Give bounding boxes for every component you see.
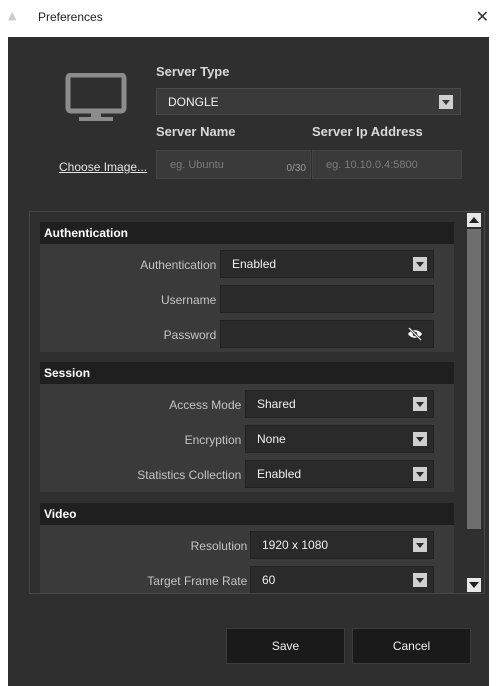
target-frame-rate-value: 60 bbox=[262, 573, 276, 587]
authentication-select[interactable]: Enabled bbox=[220, 250, 434, 278]
server-type-label: Server Type bbox=[156, 64, 230, 79]
server-ip-label: Server Ip Address bbox=[312, 124, 423, 139]
title-bar: ▲ Preferences ✕ bbox=[8, 0, 497, 37]
server-name-placeholder: eg. Ubuntu bbox=[170, 158, 224, 171]
encryption-label: Encryption : bbox=[184, 433, 248, 447]
chevron-down-icon[interactable] bbox=[413, 257, 427, 271]
resolution-select[interactable]: 1920 x 1080 bbox=[250, 531, 434, 559]
scroll-down-icon[interactable] bbox=[467, 578, 481, 592]
server-type-select[interactable]: DONGLE bbox=[156, 88, 461, 115]
server-name-counter: 0/30 bbox=[286, 163, 306, 174]
preferences-content: Choose Image... Server Type DONGLE Serve… bbox=[8, 37, 489, 686]
chevron-down-icon[interactable] bbox=[413, 573, 427, 587]
authentication-value: Enabled bbox=[232, 257, 277, 271]
target-frame-rate-select[interactable]: 60 bbox=[250, 566, 434, 593]
encryption-select[interactable]: None bbox=[245, 425, 434, 453]
username-field[interactable] bbox=[220, 285, 434, 313]
resolution-label: Resolution : bbox=[190, 539, 254, 553]
chevron-down-icon[interactable] bbox=[413, 397, 427, 411]
app-icon: ▲ bbox=[8, 9, 17, 22]
server-ip-field[interactable]: eg. 10.10.0.4:5800 bbox=[312, 150, 462, 179]
server-ip-placeholder: eg. 10.10.0.4:5800 bbox=[326, 158, 418, 171]
session-section-header: Session bbox=[40, 362, 454, 384]
username-label: Username : bbox=[160, 293, 223, 307]
statistics-collection-value: Enabled bbox=[257, 467, 302, 481]
authentication-section-header: Authentication bbox=[40, 222, 454, 244]
server-name-label: Server Name bbox=[156, 124, 236, 139]
resolution-value: 1920 x 1080 bbox=[262, 538, 329, 552]
server-name-field[interactable]: eg. Ubuntu 0/30 bbox=[156, 150, 311, 179]
scroll-up-icon[interactable] bbox=[467, 213, 481, 227]
statistics-collection-label: Statistics Collection : bbox=[137, 468, 248, 482]
choose-image-link[interactable]: Choose Image... bbox=[59, 160, 147, 174]
password-field[interactable] bbox=[220, 320, 434, 348]
chevron-down-icon[interactable] bbox=[413, 467, 427, 481]
password-label: Password : bbox=[163, 328, 223, 342]
authentication-section-title: Authentication bbox=[44, 226, 128, 240]
authentication-section-body: Authentication : Enabled Username : Pass… bbox=[40, 244, 454, 352]
session-section-body: Access Mode : Shared Encryption : None S… bbox=[40, 384, 454, 492]
server-type-value: DONGLE bbox=[168, 94, 219, 109]
chevron-down-icon[interactable] bbox=[413, 432, 427, 446]
access-mode-value: Shared bbox=[257, 397, 296, 411]
video-section-title: Video bbox=[44, 507, 77, 521]
save-button[interactable]: Save bbox=[226, 628, 345, 664]
statistics-collection-select[interactable]: Enabled bbox=[245, 460, 434, 488]
authentication-label: Authentication : bbox=[140, 258, 223, 272]
video-section-body: Resolution : 1920 x 1080 Target Frame Ra… bbox=[40, 525, 454, 593]
eye-off-icon[interactable] bbox=[407, 327, 423, 344]
scrollbar-thumb[interactable] bbox=[467, 229, 481, 529]
chevron-down-icon[interactable] bbox=[413, 538, 427, 552]
settings-scrollbar[interactable] bbox=[466, 212, 483, 593]
settings-scroll-panel[interactable]: Authentication Authentication : Enabled … bbox=[29, 211, 485, 594]
session-section-title: Session bbox=[44, 366, 91, 380]
cancel-button[interactable]: Cancel bbox=[352, 628, 471, 664]
encryption-value: None bbox=[257, 432, 286, 446]
access-mode-select[interactable]: Shared bbox=[245, 390, 434, 418]
target-frame-rate-label: Target Frame Rate : bbox=[147, 574, 254, 588]
window-title: Preferences bbox=[38, 10, 103, 24]
access-mode-label: Access Mode : bbox=[169, 398, 248, 412]
close-button[interactable]: ✕ bbox=[476, 8, 489, 26]
monitor-icon[interactable] bbox=[65, 72, 127, 125]
chevron-down-icon[interactable] bbox=[439, 94, 453, 109]
video-section-header: Video bbox=[40, 503, 454, 525]
preferences-window: ▲ Preferences ✕ Choose Image... Server T… bbox=[0, 0, 497, 686]
close-icon[interactable]: ✕ bbox=[476, 7, 489, 26]
